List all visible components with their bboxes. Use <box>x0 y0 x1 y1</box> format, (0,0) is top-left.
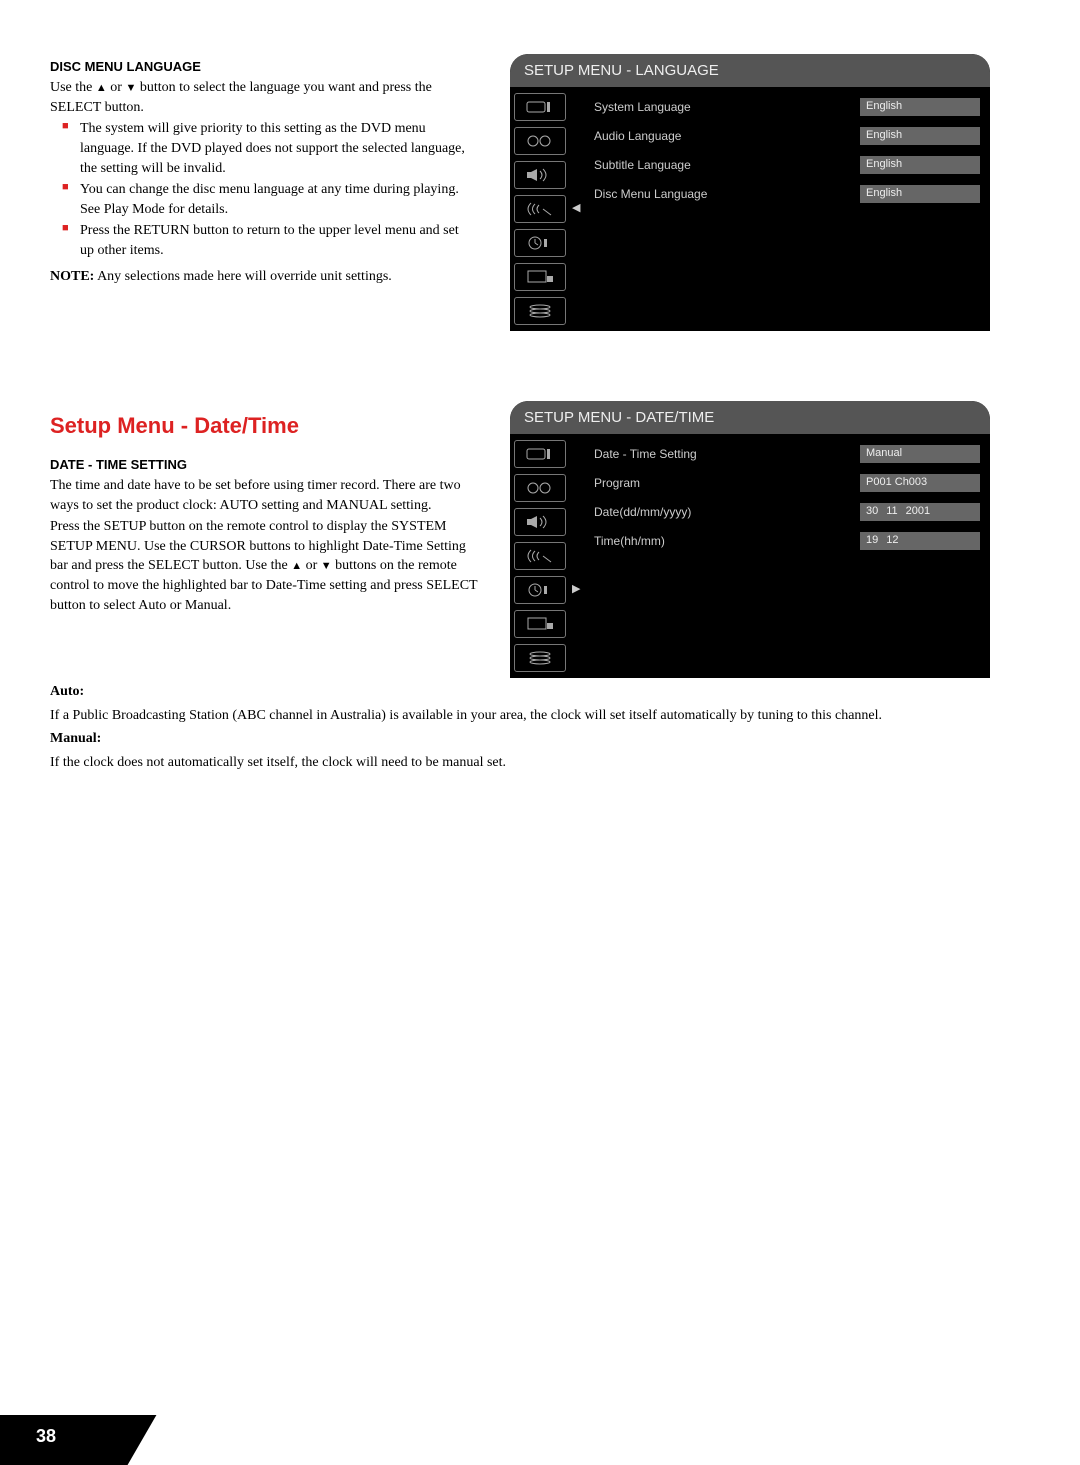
auto-label-text: Auto: <box>50 684 84 699</box>
osd-label: Date(dd/mm/yyyy) <box>594 504 860 521</box>
manual-text: If the clock does not automatically set … <box>50 753 1030 773</box>
osd-datetime-screenshot: SETUP MENU - DATE/TIME ▶ Date - Time Set… <box>510 401 990 678</box>
osd-value-subtitle-language: English <box>860 156 980 174</box>
auto-text: If a Public Broadcasting Station (ABC ch… <box>50 706 1030 726</box>
tuner-icon <box>514 93 566 121</box>
osd-row-time: Time(hh/mm) 19 12 <box>594 527 980 555</box>
p2b: or <box>302 558 321 573</box>
monitor-icon <box>514 610 566 638</box>
osd-label: Audio Language <box>594 128 860 145</box>
section-date-time: Setup Menu - Date/Time Date - Time Setti… <box>50 401 1030 678</box>
stack-icon <box>514 644 566 672</box>
speaker-icon <box>514 161 566 189</box>
osd-label: Time(hh/mm) <box>594 533 860 550</box>
osd-value-system-language: English <box>860 98 980 116</box>
osd-label: Program <box>594 475 860 492</box>
subhead-disc-menu-language: Disc Menu Language <box>50 58 480 76</box>
osd-row-program: Program P001 Ch003 <box>594 469 980 497</box>
osd-row-datetime-setting: Date - Time Setting Manual <box>594 440 980 468</box>
bullet-2: You can change the disc menu language at… <box>80 180 480 219</box>
clock-icon <box>514 229 566 257</box>
osd-value-disc-menu-language: English <box>860 185 980 203</box>
osd-arrow-column: ◀ <box>572 87 590 331</box>
date-time-para1: The time and date have to be set before … <box>50 476 480 515</box>
manual-label: Manual: <box>50 729 1030 749</box>
osd-icon-column <box>510 87 572 331</box>
osd-value-program: P001 Ch003 <box>860 474 980 492</box>
clock-icon <box>514 576 566 604</box>
osd-language-title: SETUP MENU - LANGUAGE <box>510 54 990 87</box>
time-hh: 19 <box>866 533 878 548</box>
osd-datetime-title: SETUP MENU - DATE/TIME <box>510 401 990 434</box>
intro-a: Use the <box>50 80 96 95</box>
date-dd: 30 <box>866 504 878 519</box>
osd-icon-column <box>510 434 572 678</box>
text-column-1: Disc Menu Language Use the ▲ or ▼ button… <box>50 54 480 288</box>
date-mm: 11 <box>886 504 897 519</box>
date-yyyy: 2001 <box>906 504 930 519</box>
osd-value-datetime-setting: Manual <box>860 445 980 463</box>
stack-icon <box>514 297 566 325</box>
osd-row-disc-menu-language: Disc Menu Language English <box>594 180 980 208</box>
tuner-icon <box>514 440 566 468</box>
osd-value-time: 19 12 <box>860 532 980 550</box>
antenna-icon <box>514 195 566 223</box>
up-triangle-icon: ▲ <box>96 82 107 94</box>
osd-label: Disc Menu Language <box>594 186 860 203</box>
osd-row-subtitle-language: Subtitle Language English <box>594 151 980 179</box>
page-footer: 38 <box>0 1409 140 1465</box>
note-label: NOTE: <box>50 269 94 284</box>
osd-datetime-list: Date - Time Setting Manual Program P001 … <box>590 434 990 678</box>
left-arrow-icon: ◀ <box>572 195 590 223</box>
osd-language-list: System Language English Audio Language E… <box>590 87 990 331</box>
date-time-para2: Press the SETUP button on the remote con… <box>50 517 480 615</box>
monitor-icon <box>514 263 566 291</box>
time-mm: 12 <box>886 533 898 548</box>
down-triangle-icon: ▼ <box>125 82 136 94</box>
osd-value-date: 30 11 2001 <box>860 503 980 521</box>
osd-label: System Language <box>594 99 860 116</box>
osd-language-screenshot: SETUP MENU - LANGUAGE ◀ System Language … <box>510 54 990 331</box>
osd-row-audio-language: Audio Language English <box>594 122 980 150</box>
osd-label: Subtitle Language <box>594 157 860 174</box>
intro-b: or <box>107 80 126 95</box>
osd-arrow-column: ▶ <box>572 434 590 678</box>
speaker-icon <box>514 508 566 536</box>
section-title-date-time: Setup Menu - Date/Time <box>50 411 480 442</box>
osd-row-date: Date(dd/mm/yyyy) 30 11 2001 <box>594 498 980 526</box>
reels-icon <box>514 474 566 502</box>
osd-label: Date - Time Setting <box>594 446 860 463</box>
up-triangle-icon: ▲ <box>291 560 302 572</box>
section-disc-menu-language: Disc Menu Language Use the ▲ or ▼ button… <box>50 54 1030 331</box>
bullet-list: The system will give priority to this se… <box>50 119 480 260</box>
manual-label-text: Manual: <box>50 731 101 746</box>
antenna-icon <box>514 542 566 570</box>
osd-row-system-language: System Language English <box>594 93 980 121</box>
subhead-date-time-setting: Date - Time Setting <box>50 456 480 474</box>
bullet-1: The system will give priority to this se… <box>80 119 480 178</box>
page-number: 38 <box>36 1424 56 1449</box>
intro-paragraph: Use the ▲ or ▼ button to select the lang… <box>50 78 480 117</box>
bullet-3: Press the RETURN button to return to the… <box>80 221 480 260</box>
note-text: Any selections made here will override u… <box>94 269 391 284</box>
auto-label: Auto: <box>50 682 1030 702</box>
osd-value-audio-language: English <box>860 127 980 145</box>
right-arrow-icon: ▶ <box>572 576 590 604</box>
reels-icon <box>514 127 566 155</box>
down-triangle-icon: ▼ <box>321 560 332 572</box>
note-line: NOTE: Any selections made here will over… <box>50 267 480 287</box>
text-column-2: Setup Menu - Date/Time Date - Time Setti… <box>50 401 480 617</box>
